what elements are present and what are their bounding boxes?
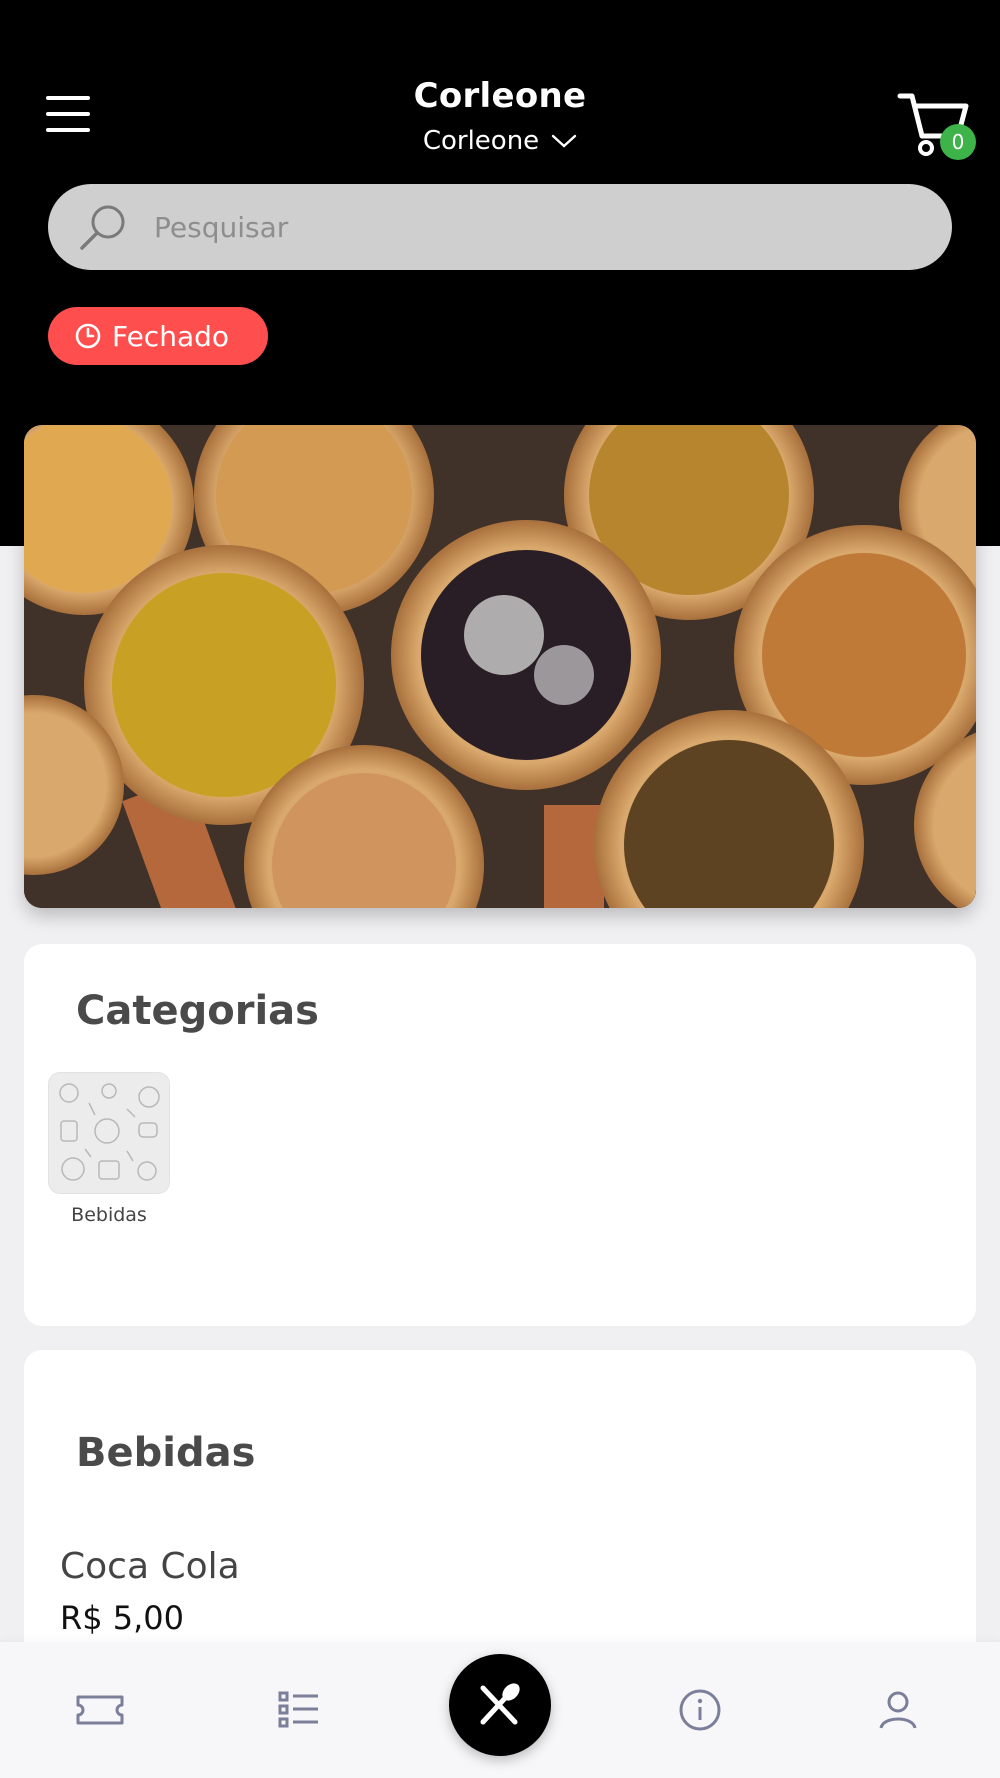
nav-menu-list-button[interactable] bbox=[263, 1674, 335, 1746]
product-name: Coca Cola bbox=[60, 1546, 240, 1587]
nav-orders-button[interactable] bbox=[64, 1674, 136, 1746]
list-icon bbox=[278, 1691, 318, 1728]
user-icon bbox=[879, 1691, 917, 1729]
category-thumbnail bbox=[48, 1072, 170, 1194]
categories-title: Categorias bbox=[76, 988, 319, 1034]
category-label: Bebidas bbox=[71, 1204, 147, 1226]
search-icon bbox=[80, 205, 125, 250]
status-badge: Fechado bbox=[48, 307, 268, 365]
store-selector[interactable]: Corleone bbox=[0, 126, 1000, 156]
food-pattern-icon bbox=[49, 1073, 169, 1193]
category-item-bebidas[interactable]: Bebidas bbox=[48, 1072, 170, 1226]
info-icon bbox=[679, 1689, 721, 1731]
product-item[interactable]: Coca Cola R$ 5,00 bbox=[60, 1546, 940, 1637]
product-price: R$ 5,00 bbox=[60, 1599, 185, 1637]
store-banner-image bbox=[24, 425, 976, 908]
store-title: Corleone bbox=[413, 76, 587, 116]
status-label: Fechado bbox=[112, 319, 230, 353]
nav-restaurant-button[interactable] bbox=[449, 1654, 551, 1756]
ticket-icon bbox=[76, 1695, 124, 1725]
categories-card: Categorias Bebidas bbox=[24, 944, 976, 1326]
cart-count-badge: 0 bbox=[940, 124, 976, 160]
clock-icon bbox=[75, 323, 101, 349]
pizza-banner-illustration bbox=[24, 425, 976, 908]
products-section-title: Bebidas bbox=[76, 1430, 256, 1476]
nav-profile-button[interactable] bbox=[862, 1674, 934, 1746]
search-bar[interactable] bbox=[48, 184, 952, 270]
store-selector-label: Corleone bbox=[422, 126, 540, 156]
nav-info-button[interactable] bbox=[664, 1674, 736, 1746]
chevron-down-icon bbox=[551, 134, 577, 148]
search-input[interactable] bbox=[154, 184, 914, 270]
fork-spoon-icon bbox=[480, 1683, 520, 1725]
